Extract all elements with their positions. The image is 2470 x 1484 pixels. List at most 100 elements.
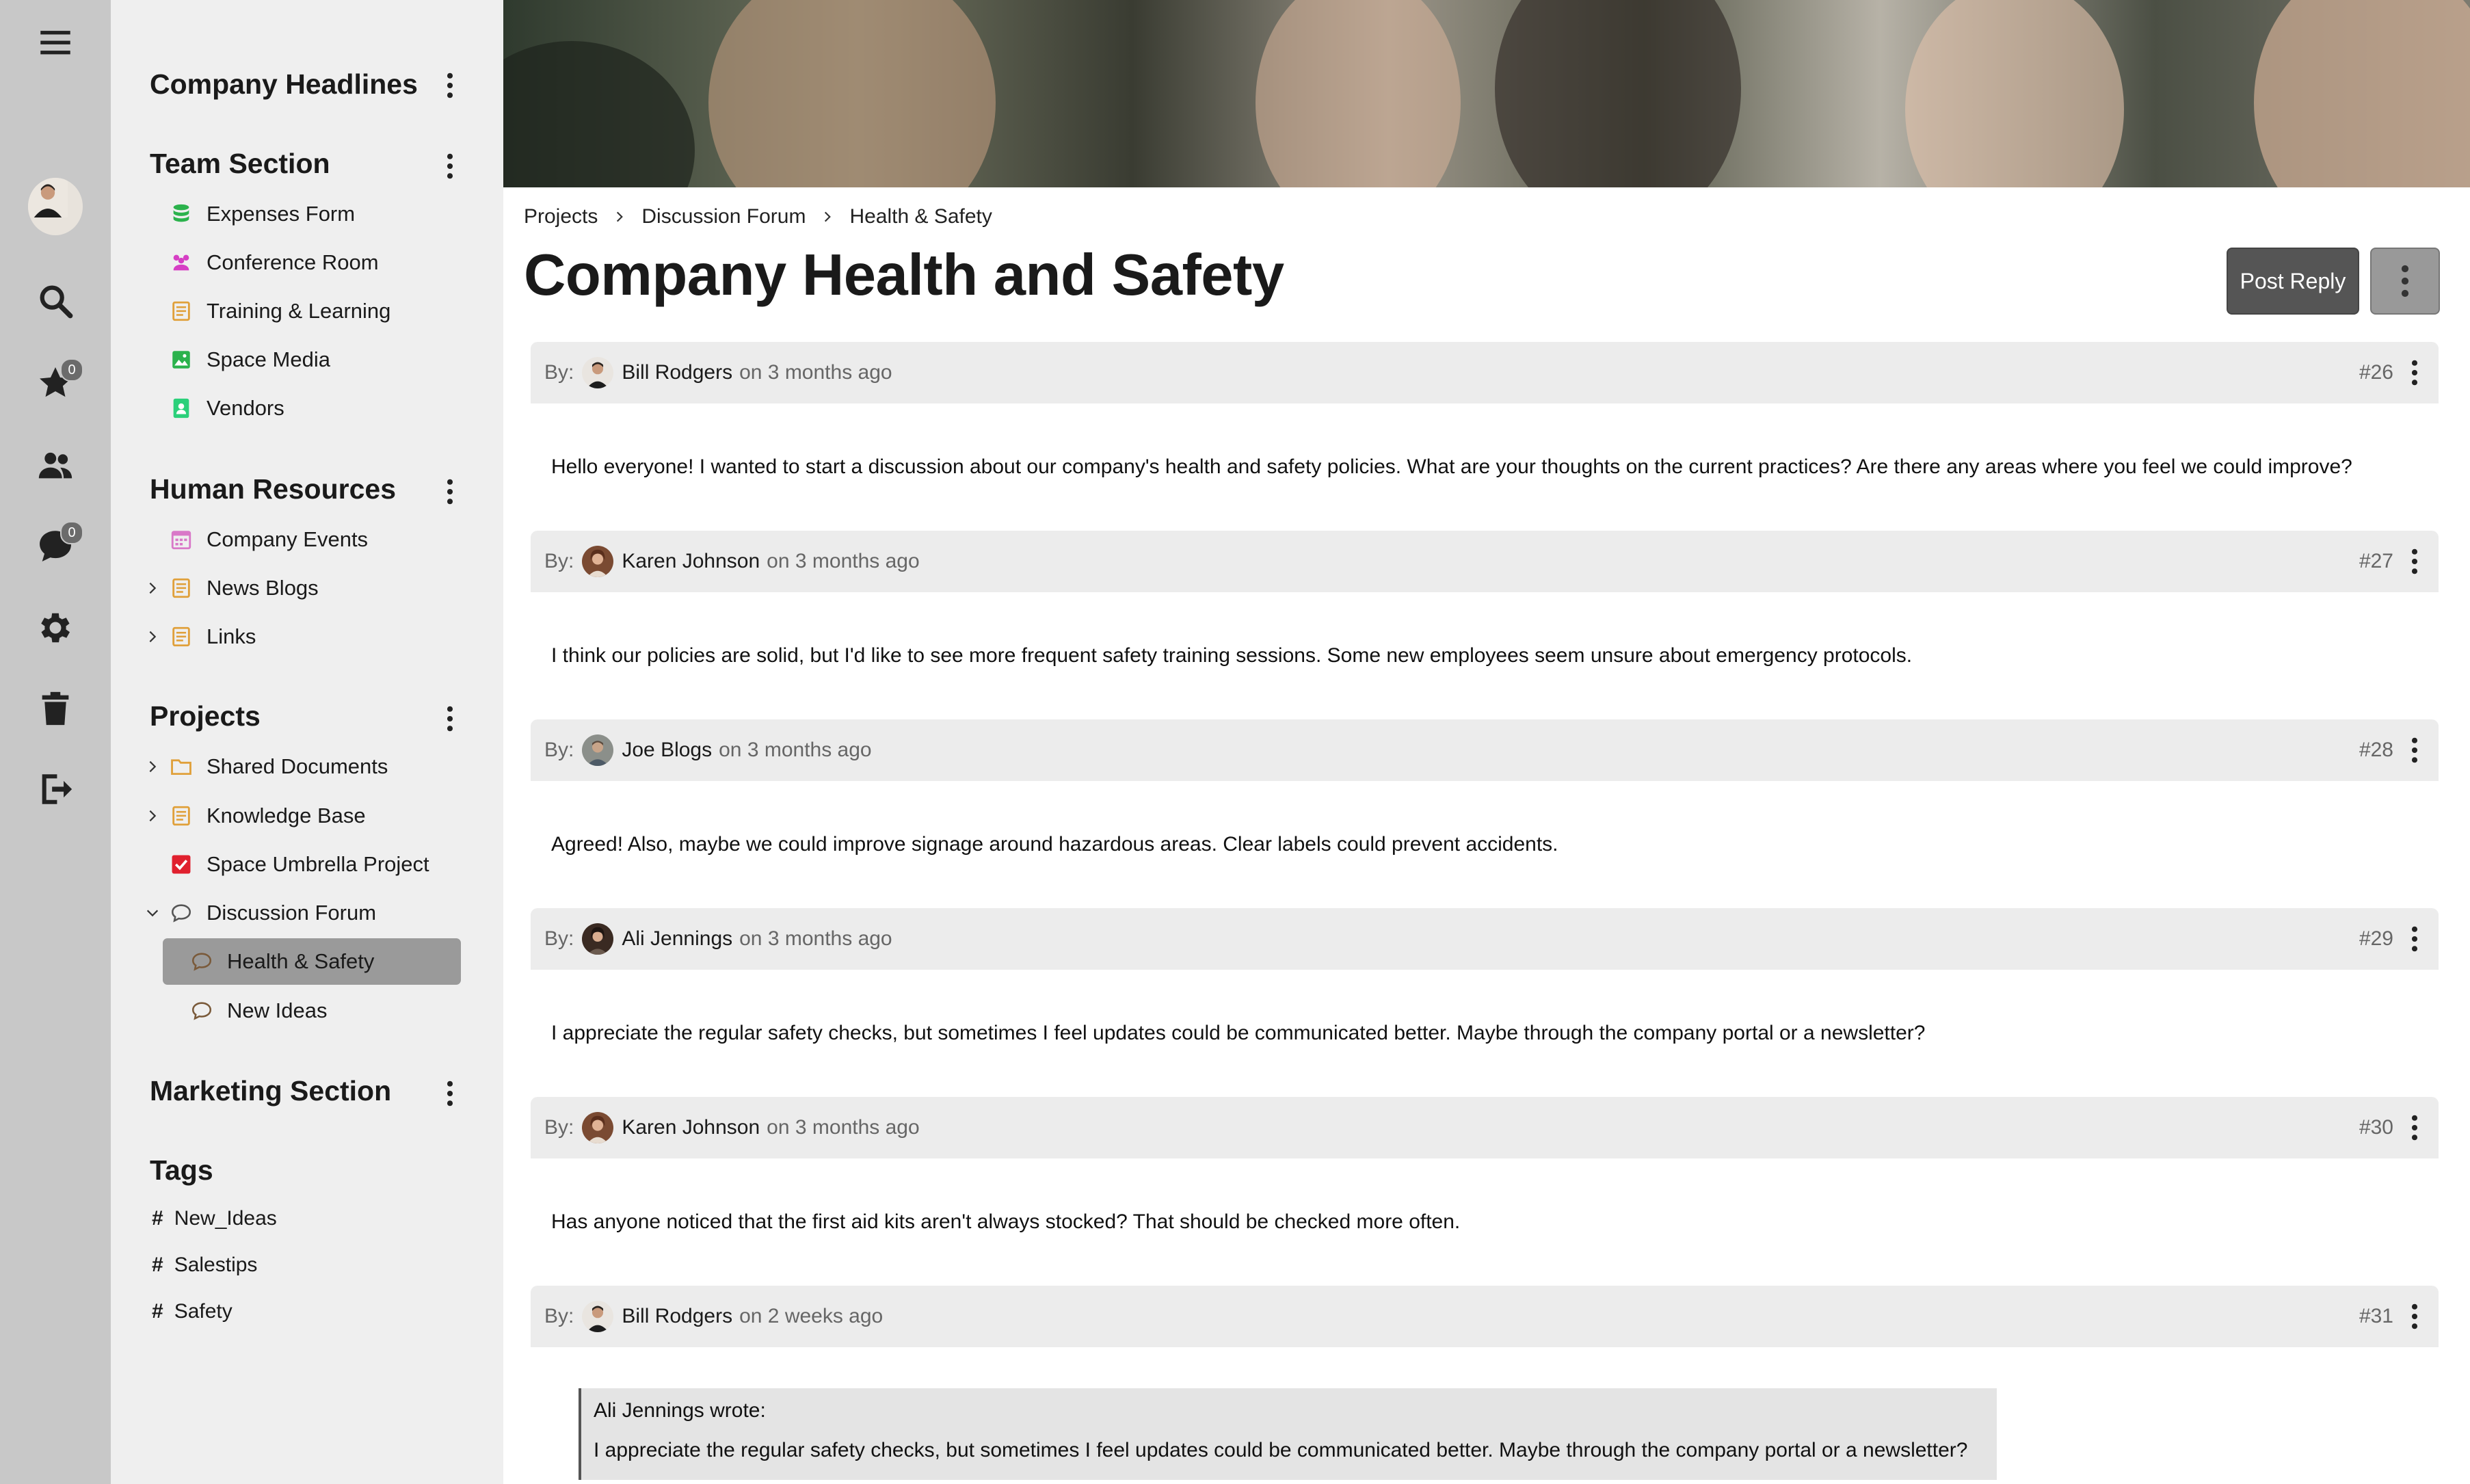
more-vertical-icon[interactable] — [436, 68, 464, 103]
more-vertical-icon[interactable] — [436, 149, 464, 183]
section-title-company-headlines[interactable]: Company Headlines — [150, 68, 418, 101]
icon-rail: 0 0 — [0, 0, 111, 1484]
section-title-marketing[interactable]: Marketing Section — [150, 1075, 391, 1107]
sidebar-item-label: Links — [207, 624, 256, 648]
tag-new-ideas[interactable]: # New_Ideas — [152, 1201, 277, 1236]
breadcrumb-discussion-forum[interactable]: Discussion Forum — [641, 205, 806, 228]
more-vertical-icon[interactable] — [436, 1076, 464, 1111]
sidebar-item-news-blogs[interactable]: News Blogs — [170, 567, 319, 609]
post-body: I think our policies are solid, but I'd … — [551, 644, 1913, 667]
search-icon[interactable] — [28, 274, 83, 328]
section-title-projects[interactable]: Projects — [150, 700, 261, 732]
post-number[interactable]: #27 — [2359, 550, 2393, 573]
post-author[interactable]: Karen Johnson — [622, 550, 760, 573]
post-author[interactable]: Bill Rodgers — [622, 361, 732, 384]
breadcrumb-projects[interactable]: Projects — [524, 205, 598, 228]
people-icon[interactable] — [28, 438, 83, 492]
sidebar-item-label: Discussion Forum — [207, 901, 377, 925]
post-number[interactable]: #29 — [2359, 927, 2393, 951]
group-icon — [170, 251, 193, 274]
more-vertical-icon[interactable] — [436, 702, 464, 736]
avatar — [582, 734, 614, 766]
speech-bubble-icon — [190, 950, 213, 973]
more-options-button[interactable] — [2370, 248, 2440, 315]
sidebar-item-health-safety[interactable]: Health & Safety — [163, 938, 461, 985]
chevron-down-icon[interactable] — [144, 904, 161, 922]
more-vertical-icon[interactable] — [2404, 1299, 2425, 1334]
chevron-right-icon[interactable] — [144, 807, 161, 825]
page-title: Company Health and Safety — [524, 243, 1284, 308]
avatar — [582, 923, 614, 955]
main-content: Projects Discussion Forum Health & Safet… — [503, 0, 2470, 1484]
forum-post: By: Bill Rodgers on 3 months ago #26 Hel… — [531, 342, 2439, 531]
avatar — [582, 357, 614, 388]
tag-label: New_Ideas — [174, 1207, 277, 1230]
checkbox-icon — [170, 853, 193, 876]
more-vertical-icon[interactable] — [2404, 356, 2425, 390]
user-avatar[interactable] — [28, 178, 83, 235]
post-by-label: By: — [544, 1116, 574, 1139]
post-body: Hello everyone! I wanted to start a disc… — [551, 455, 2352, 478]
sidebar-item-discussion-forum[interactable]: Discussion Forum — [170, 892, 376, 934]
sidebar-item-knowledge-base[interactable]: Knowledge Base — [170, 795, 366, 837]
hamburger-menu-icon[interactable] — [28, 15, 83, 70]
document-icon — [170, 804, 193, 827]
sidebar-item-new-ideas[interactable]: New Ideas — [190, 990, 327, 1032]
tag-salestips[interactable]: # Salestips — [152, 1247, 257, 1283]
sidebar-item-training-learning[interactable]: Training & Learning — [170, 290, 390, 332]
breadcrumb-health-safety[interactable]: Health & Safety — [849, 205, 992, 228]
forum-post: By: Karen Johnson on 3 months ago #30 Ha… — [531, 1097, 2439, 1286]
tag-safety[interactable]: # Safety — [152, 1294, 233, 1329]
hash-icon: # — [152, 1300, 163, 1323]
sidebar-item-vendors[interactable]: Vendors — [170, 387, 284, 429]
more-vertical-icon[interactable] — [2404, 733, 2425, 767]
folder-icon — [170, 755, 193, 778]
settings-gear-icon[interactable] — [28, 600, 83, 655]
post-author[interactable]: Ali Jennings — [622, 927, 732, 951]
post-timestamp: on 2 weeks ago — [739, 1305, 884, 1327]
post-author[interactable]: Karen Johnson — [622, 1116, 760, 1139]
sidebar-item-conference-room[interactable]: Conference Room — [170, 241, 379, 284]
chevron-right-icon — [613, 210, 626, 224]
post-number[interactable]: #30 — [2359, 1116, 2393, 1139]
more-vertical-icon[interactable] — [436, 475, 464, 509]
section-title-human-resources[interactable]: Human Resources — [150, 473, 396, 505]
sidebar-item-space-media[interactable]: Space Media — [170, 339, 330, 381]
sidebar-item-expenses-form[interactable]: Expenses Form — [170, 193, 355, 235]
section-title-team[interactable]: Team Section — [150, 148, 330, 180]
chat-icon[interactable]: 0 — [28, 518, 83, 573]
post-number[interactable]: #28 — [2359, 739, 2393, 762]
chevron-right-icon[interactable] — [144, 579, 161, 597]
messages-badge: 0 — [60, 521, 83, 544]
logout-icon[interactable] — [28, 762, 83, 817]
post-number[interactable]: #31 — [2359, 1305, 2393, 1328]
sidebar-item-label: Company Events — [207, 527, 369, 551]
hash-icon: # — [152, 1207, 163, 1230]
breadcrumb: Projects Discussion Forum Health & Safet… — [524, 205, 992, 228]
more-vertical-icon[interactable] — [2404, 922, 2425, 956]
post-reply-button[interactable]: Post Reply — [2227, 248, 2359, 315]
post-timestamp: on 3 months ago — [767, 550, 920, 572]
sidebar-item-links[interactable]: Links — [170, 615, 256, 658]
sidebar-item-label: Health & Safety — [227, 949, 375, 973]
trash-icon[interactable] — [28, 681, 83, 736]
sidebar-item-space-umbrella-project[interactable]: Space Umbrella Project — [170, 843, 429, 886]
chevron-right-icon[interactable] — [144, 758, 161, 776]
sidebar-item-shared-documents[interactable]: Shared Documents — [170, 745, 388, 788]
more-vertical-icon[interactable] — [2404, 1111, 2425, 1145]
favorites-star-icon[interactable]: 0 — [28, 356, 83, 410]
post-header: By: Karen Johnson on 3 months ago #27 — [531, 531, 2439, 592]
post-author[interactable]: Joe Blogs — [622, 739, 712, 762]
post-author[interactable]: Bill Rodgers — [622, 1305, 732, 1328]
post-number[interactable]: #26 — [2359, 361, 2393, 384]
sidebar-item-company-events[interactable]: Company Events — [170, 518, 368, 561]
post-by-label: By: — [544, 739, 574, 761]
forum-post: By: Joe Blogs on 3 months ago #28 Agreed… — [531, 719, 2439, 908]
chevron-right-icon[interactable] — [144, 628, 161, 646]
sidebar-item-label: Conference Room — [207, 250, 379, 274]
more-vertical-icon[interactable] — [2404, 544, 2425, 579]
post-timestamp: on 3 months ago — [719, 739, 872, 761]
chevron-right-icon — [821, 210, 834, 224]
image-icon — [170, 348, 193, 371]
section-title-tags: Tags — [150, 1154, 213, 1186]
